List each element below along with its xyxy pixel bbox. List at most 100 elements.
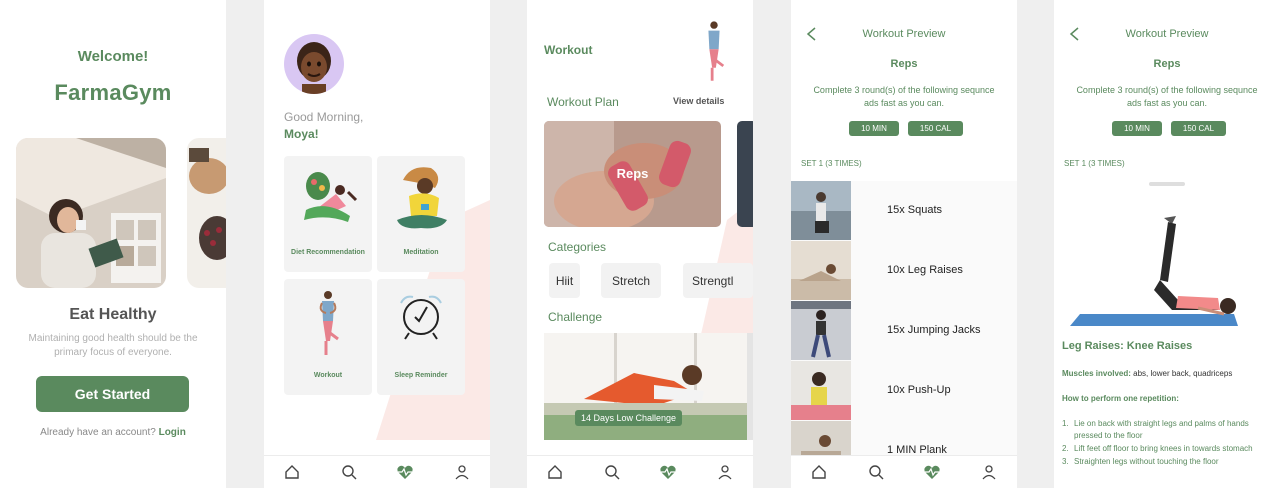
activity-heart-icon[interactable] bbox=[659, 463, 677, 481]
calories-badge: 150 CAL bbox=[908, 121, 963, 136]
challenge-label: Challenge bbox=[548, 310, 603, 324]
steps-list: 1. Lie on back with straight legs and pal… bbox=[1062, 418, 1276, 469]
exercise-thumbnail bbox=[791, 301, 851, 360]
reps-heading: Reps bbox=[1153, 58, 1181, 70]
instructions-text: Complete 3 round(s) of the following seq… bbox=[1076, 85, 1258, 108]
page-title: Workout Preview bbox=[1125, 28, 1209, 40]
category-chip-stretch[interactable]: Stretch bbox=[601, 263, 661, 298]
page-title: Workout bbox=[544, 43, 593, 57]
tile-sleep-reminder[interactable]: Sleep Reminder bbox=[377, 279, 465, 395]
home-icon[interactable] bbox=[283, 463, 301, 481]
tile-meditation[interactable]: Meditation bbox=[377, 156, 465, 272]
home-icon[interactable] bbox=[546, 463, 564, 481]
muscles-value: abs, lower back, quadriceps bbox=[1133, 369, 1233, 378]
muscles-label: Muscles involved: bbox=[1062, 369, 1131, 378]
workout-plan-card[interactable]: Reps bbox=[544, 121, 721, 227]
exercise-name: 15x Squats bbox=[887, 204, 943, 216]
tile-label: Workout bbox=[313, 372, 343, 379]
profile-icon[interactable] bbox=[453, 463, 471, 481]
step-item: 3. Straighten legs without touching the f… bbox=[1062, 456, 1276, 468]
tile-workout[interactable]: Workout bbox=[284, 279, 372, 395]
search-icon[interactable] bbox=[603, 463, 621, 481]
step-item: 2. Lift feet off floor to bring knees in … bbox=[1062, 443, 1276, 455]
step-text: Lift feet off floor to bring knees in to… bbox=[1074, 444, 1253, 453]
step-text: Straighten legs without touching the flo… bbox=[1074, 457, 1219, 466]
user-name: Moya! bbox=[284, 127, 319, 141]
category-chip-strength[interactable]: Strengtl bbox=[683, 263, 753, 298]
howto-heading: How to perform one repetition: bbox=[1062, 394, 1179, 403]
duration-badge: 10 MIN bbox=[1112, 121, 1162, 136]
login-link[interactable]: Login bbox=[159, 427, 186, 438]
workout-plan-card-next[interactable] bbox=[737, 121, 753, 227]
challenge-card-next[interactable] bbox=[747, 333, 753, 440]
workout-plan-label: Workout Plan bbox=[547, 95, 619, 109]
workout-preview-list-screen: Workout Preview Reps Complete 3 round(s)… bbox=[791, 0, 1017, 488]
tile-label: Sleep Reminder bbox=[394, 372, 448, 379]
exercise-name: 10x Push-Up bbox=[887, 384, 951, 396]
get-started-button[interactable]: Get Started bbox=[36, 376, 189, 412]
welcome-screen: Welcome! FarmaGym Eat Healthy Maintainin… bbox=[0, 0, 226, 488]
view-details-link[interactable]: View details bbox=[673, 96, 724, 106]
app-screens-collage: Welcome! FarmaGym Eat Healthy Maintainin… bbox=[0, 0, 1280, 488]
exercise-row[interactable]: 15x Squats bbox=[791, 181, 1017, 241]
exercise-thumbnail bbox=[791, 181, 851, 240]
activity-heart-icon[interactable] bbox=[923, 463, 941, 481]
search-icon[interactable] bbox=[867, 463, 885, 481]
search-icon[interactable] bbox=[340, 463, 358, 481]
leg-raise-illustration bbox=[1070, 216, 1238, 326]
exercise-row[interactable]: 10x Leg Raises bbox=[791, 241, 1017, 301]
exercise-name: 10x Leg Raises bbox=[887, 264, 963, 276]
step-text: Lie on back with straight legs and palms… bbox=[1074, 419, 1249, 440]
workout-screen: Workout Workout Plan View details Reps C… bbox=[527, 0, 753, 488]
avatar[interactable] bbox=[284, 34, 344, 94]
muscles-involved: Muscles involved: abs, lower back, quadr… bbox=[1062, 369, 1232, 378]
tile-diet-recommendation[interactable]: Diet Recommendation bbox=[284, 156, 372, 272]
hero-image bbox=[16, 138, 166, 288]
exercise-title: Leg Raises: Knee Raises bbox=[1062, 340, 1193, 352]
greeting-text: Good Morning, bbox=[284, 110, 364, 124]
challenge-card-label: 14 Days Low Challenge bbox=[575, 410, 683, 426]
activity-heart-icon[interactable] bbox=[396, 463, 414, 481]
exercise-row[interactable]: 15x Jumping Jacks bbox=[791, 301, 1017, 361]
avatar-face-icon bbox=[297, 42, 331, 94]
sheet-drag-handle[interactable] bbox=[1149, 182, 1185, 186]
workout-plan-card-label: Reps bbox=[616, 166, 649, 181]
tile-label: Diet Recommendation bbox=[291, 249, 365, 256]
home-screen: Good Morning, Moya! Diet Recommendation … bbox=[264, 0, 490, 488]
tile-label: Meditation bbox=[403, 249, 439, 256]
exercise-thumbnail bbox=[791, 241, 851, 300]
step-item: 1. Lie on back with straight legs and pal… bbox=[1062, 418, 1276, 442]
duration-badge: 10 MIN bbox=[849, 121, 899, 136]
calories-badge: 150 CAL bbox=[1171, 121, 1226, 136]
workout-illustration-icon bbox=[319, 291, 339, 355]
hero-image-next bbox=[187, 138, 226, 288]
login-prompt-text: Already have an account? bbox=[40, 427, 156, 438]
home-icon[interactable] bbox=[810, 463, 828, 481]
categories-label: Categories bbox=[548, 240, 607, 254]
bottom-nav bbox=[264, 455, 490, 488]
exercise-thumbnail bbox=[791, 361, 851, 420]
exercise-name: 15x Jumping Jacks bbox=[887, 324, 981, 336]
page-title: Workout Preview bbox=[862, 28, 946, 40]
bottom-nav bbox=[527, 455, 753, 488]
step-number: 1. bbox=[1062, 419, 1069, 428]
alarm-clock-icon bbox=[400, 295, 442, 340]
diet-illustration-icon bbox=[304, 172, 358, 222]
profile-icon[interactable] bbox=[980, 463, 998, 481]
login-prompt: Already have an account? Login bbox=[0, 427, 226, 438]
onboarding-title: Eat Healthy bbox=[69, 306, 157, 323]
step-number: 3. bbox=[1062, 457, 1069, 466]
exercise-detail-screen: Workout Preview Reps Complete 3 round(s)… bbox=[1054, 0, 1280, 488]
workout-figure-icon bbox=[708, 21, 725, 81]
category-chip-hiit[interactable]: Hiit bbox=[549, 263, 580, 298]
brand-title: FarmaGym bbox=[54, 80, 172, 105]
onboarding-subtitle: Maintaining good health should be the pr… bbox=[28, 333, 198, 358]
step-number: 2. bbox=[1062, 444, 1069, 453]
set-label: SET 1 (3 TIMES) bbox=[1064, 159, 1125, 168]
meditation-illustration-icon bbox=[397, 167, 447, 229]
reps-heading: Reps bbox=[890, 58, 918, 70]
exercise-row[interactable]: 10x Push-Up bbox=[791, 361, 1017, 421]
instructions-text: Complete 3 round(s) of the following seq… bbox=[813, 85, 995, 108]
profile-icon[interactable] bbox=[716, 463, 734, 481]
set-label: SET 1 (3 TIMES) bbox=[801, 159, 862, 168]
